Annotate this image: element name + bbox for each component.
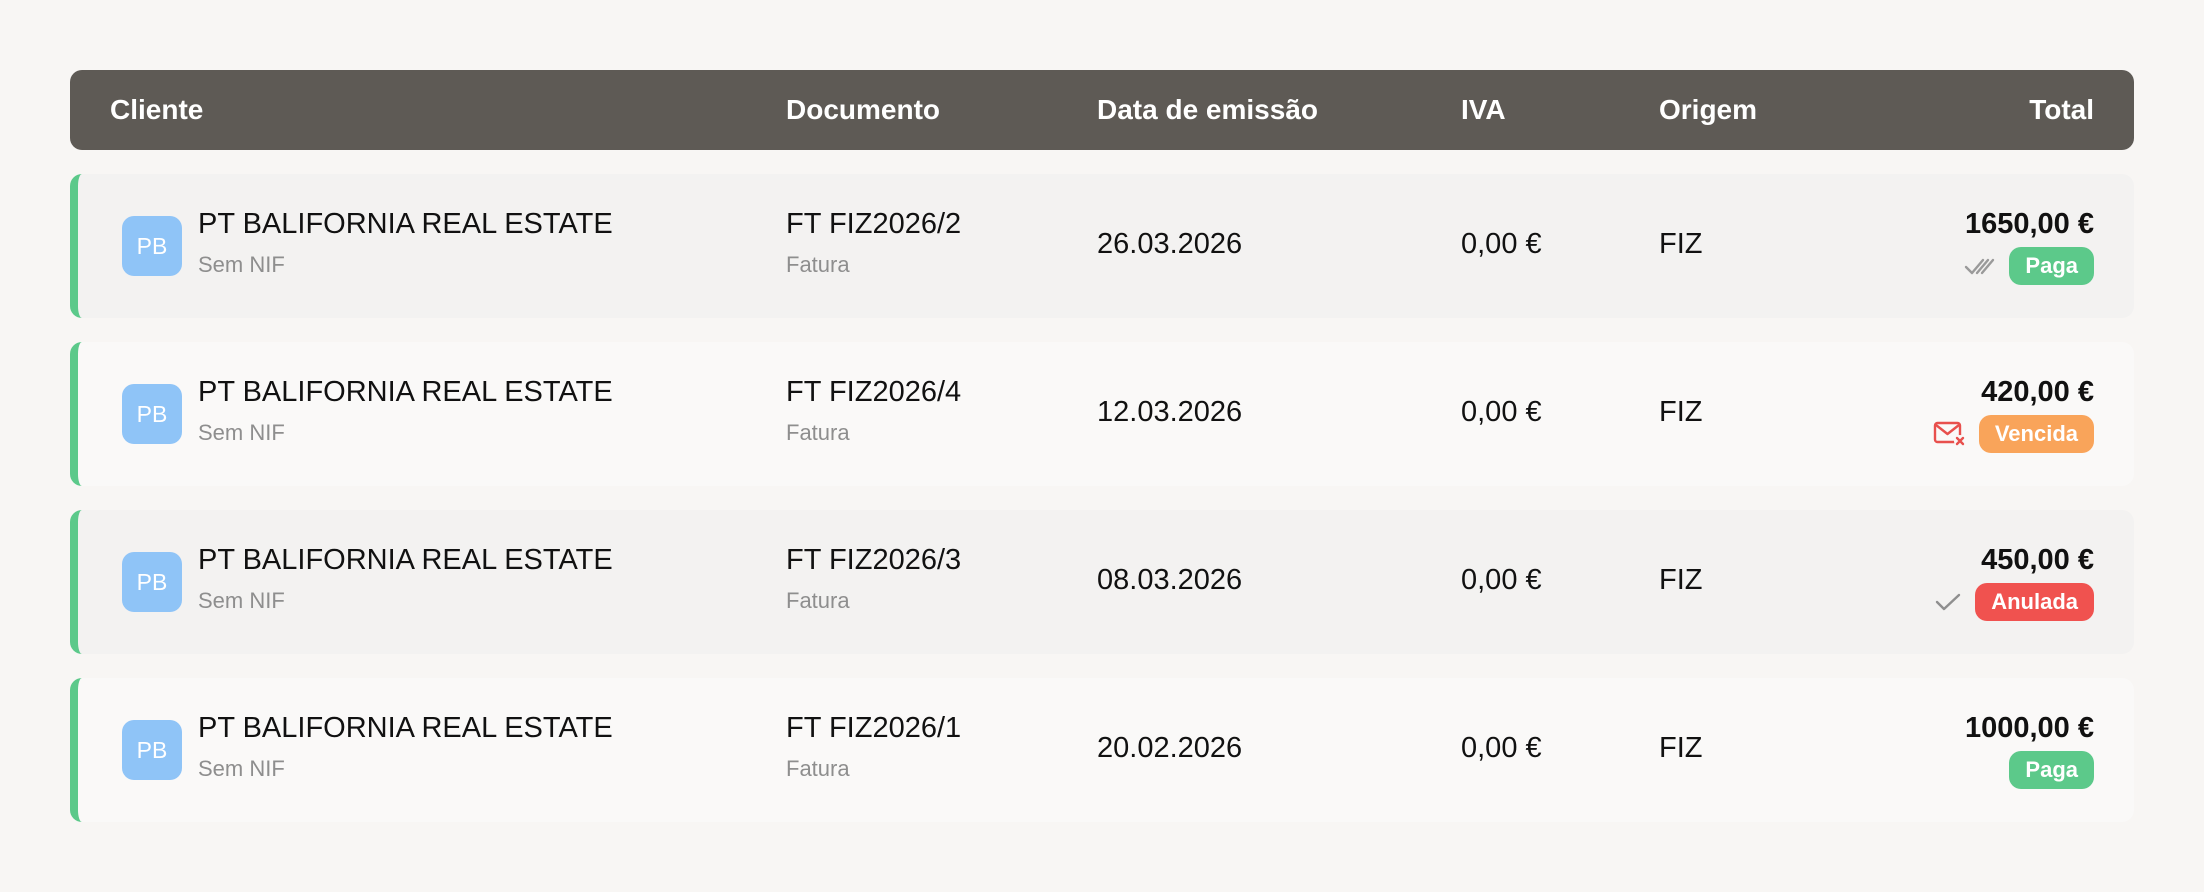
document-number: FT FIZ2026/3 — [786, 544, 962, 576]
invoices-table: Cliente Documento Data de emissão IVA Or… — [70, 70, 2134, 822]
status-line: Paga — [2009, 750, 2094, 790]
client-name: PT BALIFORNIA REAL ESTATE — [198, 376, 613, 408]
document-type: Fatura — [786, 588, 850, 613]
client-nif: Sem NIF — [198, 252, 285, 277]
total-amount: 1650,00 € — [1964, 208, 2094, 240]
status-badge: Paga — [2009, 247, 2094, 285]
status-badge: Vencida — [1978, 415, 2094, 453]
origin: FIZ — [1659, 228, 1703, 260]
document-type: Fatura — [786, 252, 850, 277]
table-header: Cliente Documento Data de emissão IVA Or… — [70, 70, 2134, 150]
avatar: PB — [122, 720, 182, 780]
issue-date: 20.02.2026 — [1097, 732, 1243, 764]
issue-date: 08.03.2026 — [1097, 564, 1243, 596]
header-total[interactable]: Total — [2029, 70, 2094, 150]
check-icon — [1933, 591, 1963, 613]
header-iva[interactable]: IVA — [1461, 70, 1506, 150]
header-data-emissao[interactable]: Data de emissão — [1097, 70, 1318, 150]
iva-value: 0,00 € — [1461, 396, 1542, 428]
origin: FIZ — [1659, 732, 1703, 764]
document-number: FT FIZ2026/2 — [786, 208, 962, 240]
document-type: Fatura — [786, 420, 850, 445]
status-badge: Paga — [2009, 751, 2094, 789]
status-badge: Anulada — [1975, 583, 2094, 621]
status-line: Anulada — [1933, 582, 2094, 622]
issue-date: 12.03.2026 — [1097, 396, 1243, 428]
document-number: FT FIZ2026/4 — [786, 376, 962, 408]
table-row[interactable]: PB PT BALIFORNIA REAL ESTATE Sem NIF FT … — [70, 678, 2134, 822]
avatar: PB — [122, 552, 182, 612]
status-line: Paga — [1963, 246, 2094, 286]
header-cliente[interactable]: Cliente — [110, 70, 203, 150]
client-name: PT BALIFORNIA REAL ESTATE — [198, 712, 613, 744]
double-check-icon — [1963, 255, 1997, 277]
origin: FIZ — [1659, 564, 1703, 596]
header-origem[interactable]: Origem — [1659, 70, 1757, 150]
document-type: Fatura — [786, 756, 850, 781]
table-row[interactable]: PB PT BALIFORNIA REAL ESTATE Sem NIF FT … — [70, 510, 2134, 654]
client-nif: Sem NIF — [198, 756, 285, 781]
header-documento[interactable]: Documento — [786, 70, 940, 150]
avatar: PB — [122, 384, 182, 444]
issue-date: 26.03.2026 — [1097, 228, 1243, 260]
iva-value: 0,00 € — [1461, 564, 1542, 596]
client-nif: Sem NIF — [198, 588, 285, 613]
total-amount: 420,00 € — [1981, 376, 2094, 408]
client-name: PT BALIFORNIA REAL ESTATE — [198, 544, 613, 576]
avatar: PB — [122, 216, 182, 276]
table-row[interactable]: PB PT BALIFORNIA REAL ESTATE Sem NIF FT … — [70, 342, 2134, 486]
origin: FIZ — [1659, 396, 1703, 428]
total-amount: 1000,00 € — [1964, 712, 2094, 744]
status-line: Vencida — [1933, 414, 2094, 454]
document-number: FT FIZ2026/1 — [786, 712, 962, 744]
iva-value: 0,00 € — [1461, 732, 1542, 764]
client-name: PT BALIFORNIA REAL ESTATE — [198, 208, 613, 240]
client-nif: Sem NIF — [198, 420, 285, 445]
iva-value: 0,00 € — [1461, 228, 1542, 260]
mail-error-icon[interactable] — [1933, 420, 1967, 448]
table-row[interactable]: PB PT BALIFORNIA REAL ESTATE Sem NIF FT … — [70, 174, 2134, 318]
total-amount: 450,00 € — [1981, 544, 2094, 576]
